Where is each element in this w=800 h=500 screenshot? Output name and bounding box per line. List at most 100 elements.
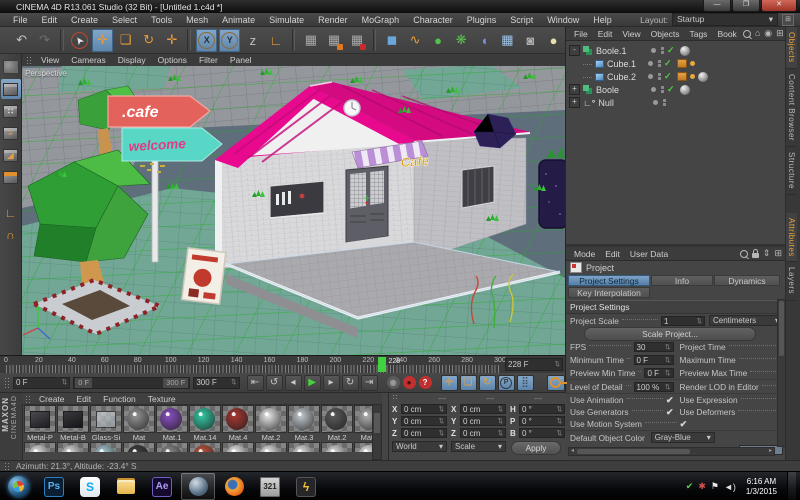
axis-mode-button[interactable]: ∟	[1, 203, 21, 223]
visibility-toggles[interactable]	[661, 47, 664, 54]
project-scale-unit-dropdown[interactable]: Centimeters▾	[709, 315, 783, 326]
live-selection-button[interactable]: ➤	[69, 29, 90, 52]
material-tag-icon[interactable]	[680, 85, 690, 95]
material-glass-si[interactable]: Glass-Si	[90, 405, 122, 442]
attribute-menu-mode[interactable]: Mode	[569, 249, 600, 259]
material-metal-b[interactable]: Metal-B	[57, 405, 89, 442]
search-icon[interactable]	[743, 30, 751, 38]
apply-button[interactable]: Apply	[511, 441, 561, 455]
autokey-button[interactable]: ●	[403, 376, 416, 389]
cafe-window[interactable]	[270, 181, 324, 218]
object-menu-view[interactable]: View	[617, 29, 645, 39]
visibility-dot[interactable]	[651, 87, 656, 92]
taskbar-clock[interactable]: 6:16 AM1/3/2015	[741, 477, 782, 496]
material-row2[interactable]	[24, 442, 56, 452]
next-frame-button[interactable]: ▸	[323, 375, 340, 391]
material-metal-p[interactable]: Metal-P	[24, 405, 56, 442]
object-row-boole[interactable]: +Boole✓	[569, 83, 787, 96]
use-animation-checkbox[interactable]: ✔	[666, 395, 674, 406]
material-mat-14[interactable]: Mat.14	[189, 405, 221, 442]
lock-icon[interactable]	[752, 253, 759, 258]
menu-script[interactable]: Script	[503, 15, 540, 25]
material-mat-3[interactable]: Mat.3	[288, 405, 320, 442]
material-mat-4[interactable]: Mat.4	[222, 405, 254, 442]
camera-label[interactable]: Perspective	[25, 69, 67, 78]
material-row2[interactable]	[123, 442, 155, 452]
prev-frame-button[interactable]: ◂	[285, 375, 302, 391]
viewport-scene[interactable]: Cafe	[22, 66, 565, 355]
taskbar-firefox[interactable]	[217, 473, 251, 500]
expand-toggle-icon[interactable]: +	[569, 97, 580, 108]
render-settings-button[interactable]: ▦	[347, 29, 368, 52]
material-name[interactable]: Mat.1	[156, 433, 188, 442]
drag-handle-icon[interactable]	[26, 56, 33, 64]
material-mat-2[interactable]: Mat.2	[321, 405, 353, 442]
fps-field[interactable]: 30⇅	[634, 342, 674, 352]
lock-x-axis-button[interactable]: X	[196, 29, 217, 52]
phong-tag-icon[interactable]	[677, 59, 687, 68]
object-menu-tags[interactable]: Tags	[684, 29, 712, 39]
cafe-door[interactable]	[340, 166, 394, 253]
add-camera-button[interactable]: ◙	[520, 29, 541, 52]
loop-button[interactable]: ↻	[342, 375, 359, 391]
taskbar-file-explorer[interactable]	[109, 473, 143, 500]
tab-project-settings[interactable]: Project Settings	[568, 275, 650, 286]
coord-field-p2[interactable]: 0 °⇅	[519, 416, 565, 426]
scale-project-button[interactable]: Scale Project...	[584, 327, 756, 341]
dot-tag-icon[interactable]	[690, 74, 695, 79]
side-tab-structure[interactable]: Structure	[786, 147, 797, 195]
taskbar-photoshop[interactable]: Ps	[37, 473, 71, 500]
key-parameter-toggle[interactable]: P	[498, 375, 515, 391]
menu-plugins[interactable]: Plugins	[460, 15, 504, 25]
material-mat[interactable]: Mat	[123, 405, 155, 442]
coord-field-x0[interactable]: 0 cm⇅	[401, 404, 447, 414]
material-mat-2[interactable]: Mat.2	[255, 405, 287, 442]
scale-dropdown[interactable]: Scale▾	[451, 441, 506, 452]
attribute-menu-edit[interactable]: Edit	[600, 249, 625, 259]
polygon-mode-button[interactable]: ◢	[1, 145, 21, 165]
add-environment-button[interactable]: ▦	[497, 29, 518, 52]
play-forward-button[interactable]: ▶	[304, 375, 321, 391]
object-menu-file[interactable]: File	[569, 29, 593, 39]
material-row2[interactable]	[321, 442, 353, 452]
use-motion-checkbox[interactable]: ✔	[680, 419, 688, 430]
tab-key-interpolation[interactable]: Key Interpolation	[568, 287, 650, 298]
menu-create[interactable]: Create	[64, 15, 105, 25]
menu-animate[interactable]: Animate	[215, 15, 262, 25]
goto-start-button[interactable]: ⇤	[247, 375, 264, 391]
material-row2[interactable]	[189, 442, 221, 452]
add-mograph-button[interactable]: ❋	[451, 29, 472, 52]
visibility-toggles[interactable]	[658, 60, 661, 67]
object-name[interactable]: Cube.2	[607, 72, 645, 82]
range-start-spinner[interactable]: 0 F⇅	[13, 377, 70, 389]
wall-sign-text[interactable]: Cafe	[400, 153, 429, 170]
material-tag-icon[interactable]	[698, 72, 708, 82]
side-tab-content-browser[interactable]: Content Browser	[786, 69, 797, 147]
range-end-cap[interactable]: 300 F	[163, 378, 188, 388]
usb-icon[interactable]: ✱	[698, 481, 706, 492]
drag-handle-icon[interactable]	[392, 394, 398, 401]
viewport-menu-display[interactable]: Display	[112, 55, 152, 65]
scale-tool-button[interactable]: ❏	[115, 29, 136, 52]
menu-render[interactable]: Render	[311, 15, 355, 25]
material-row2[interactable]	[255, 442, 287, 452]
viewport-menu-panel[interactable]: Panel	[224, 55, 258, 65]
material-name[interactable]: Mat.2	[255, 433, 287, 442]
lock-z-axis-button[interactable]: z	[242, 29, 263, 52]
add-cube-button[interactable]: ◼	[381, 29, 402, 52]
material-menu-function[interactable]: Function	[97, 394, 142, 404]
status-ok-icon[interactable]: ✔	[686, 481, 694, 492]
enabled-checkmark-icon[interactable]: ✓	[667, 45, 677, 56]
menu-mograph[interactable]: MoGraph	[355, 15, 407, 25]
range-end-spinner[interactable]: 300 F⇅	[193, 377, 239, 389]
drag-handle-icon[interactable]	[25, 395, 31, 403]
material-name[interactable]: Mat.2	[321, 433, 353, 442]
object-name[interactable]: Cube.1	[607, 59, 645, 69]
material-menu-create[interactable]: Create	[33, 394, 71, 404]
lod-field[interactable]: 100 %⇅	[634, 382, 674, 392]
material-name[interactable]: Metal-B	[57, 433, 89, 442]
visibility-toggles[interactable]	[658, 73, 661, 80]
key-pla-toggle[interactable]: ⣿	[517, 375, 534, 391]
search-icon[interactable]	[740, 250, 748, 258]
viewport-menu-options[interactable]: Options	[152, 55, 193, 65]
